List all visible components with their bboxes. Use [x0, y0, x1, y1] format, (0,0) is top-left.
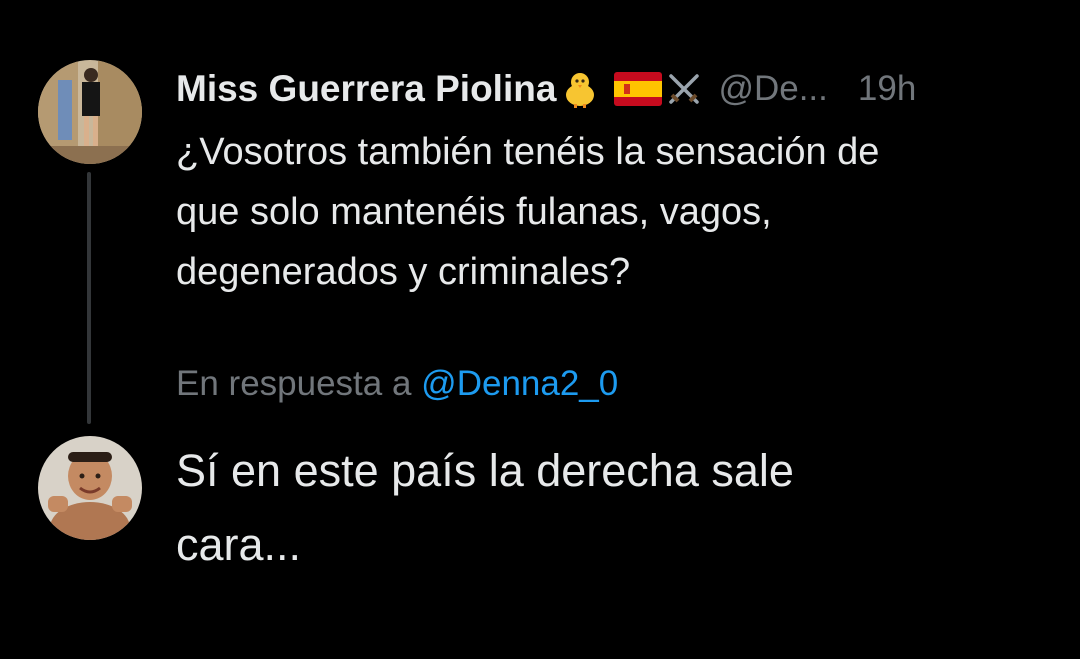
baby-chick-icon — [560, 69, 600, 109]
author-handle[interactable]: @De... — [718, 69, 827, 109]
thread-connector-line — [87, 172, 91, 424]
tweet-text-line: que solo mantenéis fulanas, vagos, — [176, 191, 772, 233]
reply-text: Sí en este país la derecha sale cara... — [176, 434, 1056, 582]
tweet-header: Miss Guerrera Piolina @De... 19h — [176, 62, 1056, 116]
tweet-text: ¿Vosotros también tenéis la sensación de… — [176, 122, 1056, 302]
replying-to-label: En respuesta a @Denna2_0 — [176, 364, 618, 404]
reply-text-line: cara... — [176, 519, 302, 570]
crossed-swords-icon — [664, 69, 704, 109]
tweet-text-line: degenerados y criminales? — [176, 251, 631, 293]
spain-flag-icon — [614, 72, 663, 106]
reply-text-line: Sí en este país la derecha sale — [176, 445, 794, 496]
author-display-name[interactable]: Miss Guerrera Piolina — [176, 68, 556, 110]
author-avatar[interactable] — [38, 60, 142, 164]
replying-to-mention-link[interactable]: @Denna2_0 — [421, 364, 618, 403]
tweet-text-line: ¿Vosotros también tenéis la sensación de — [176, 131, 880, 173]
reply-author-avatar[interactable] — [38, 436, 142, 540]
tweet-timestamp[interactable]: 19h — [858, 69, 916, 109]
replying-to-prefix: En respuesta a — [176, 364, 412, 403]
